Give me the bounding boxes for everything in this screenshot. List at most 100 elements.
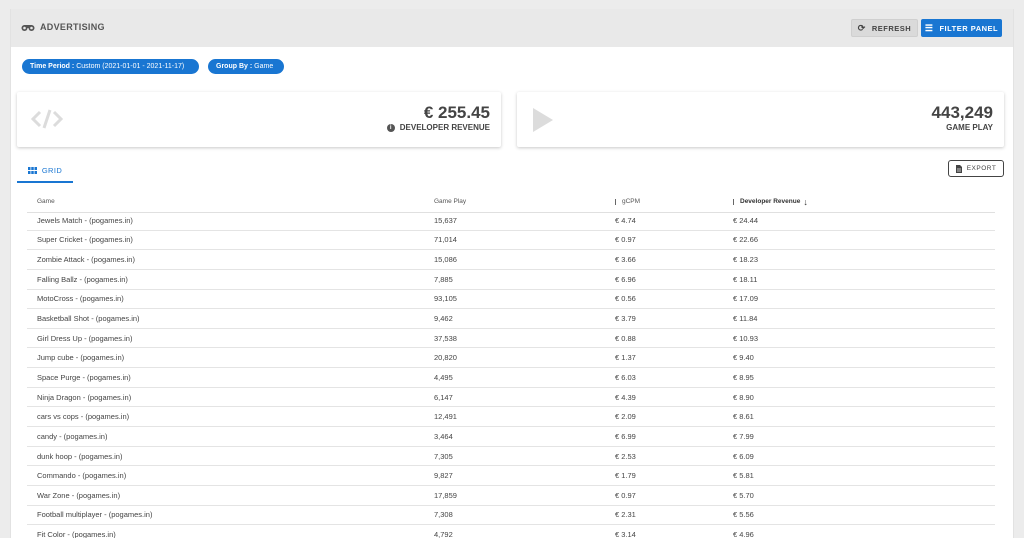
table-row[interactable]: Commando - (pogames.in) 9,827 € 1.79 € 5.81 (27, 466, 995, 486)
cell-developer-revenue: € 10.93 (733, 333, 759, 343)
column-header-game-play[interactable]: Game Play (434, 191, 466, 212)
cell-developer-revenue: € 4.96 (733, 530, 754, 538)
cell-game: Falling Ballz - (pogames.in) (37, 274, 128, 284)
cell-developer-revenue: € 5.70 (733, 490, 754, 500)
table-row[interactable]: Falling Ballz - (pogames.in) 7,885 € 6.96 €… (27, 270, 995, 290)
table-row[interactable]: Ninja Dragon - (pogames.in) 6,147 € 4.39 € … (27, 388, 995, 408)
table-row[interactable]: Zombie Attack - (pogames.in) 15,086 € 3.66… (27, 250, 995, 270)
cell-developer-revenue: € 18.11 (733, 274, 758, 284)
cell-gcpm: € 3.66 (615, 255, 636, 265)
panel-title-group: ADVERTISING (21, 22, 105, 32)
cell-game-play: 9,462 (434, 314, 453, 324)
tab-grid[interactable]: GRID (17, 159, 73, 183)
cell-game-play: 17,859 (434, 490, 457, 500)
cell-developer-revenue: € 18.23 (733, 255, 759, 265)
column-header-gcpm[interactable]: gCPM (615, 191, 640, 212)
export-button[interactable]: EXPORT (948, 160, 1004, 177)
cell-game: Super Cricket - (pogames.in) (37, 235, 133, 245)
cell-game-play: 9,827 (434, 471, 453, 481)
table-row[interactable]: cars vs cops - (pogames.in) 12,491 € 2.09 €… (27, 407, 995, 428)
game-play-value: 443,249 (931, 103, 993, 122)
cell-gcpm: € 0.97 (615, 235, 636, 245)
cell-developer-revenue: € 8.61 (733, 412, 754, 422)
cell-game: Space Purge - (pogames.in) (37, 372, 131, 382)
cell-gcpm: € 0.56 (615, 294, 636, 304)
developer-revenue-card: € 255.45 i DEVELOPER REVENUE (17, 92, 501, 147)
cell-game-play: 15,637 (434, 215, 457, 225)
info-icon (615, 198, 617, 205)
game-play-label: GAME PLAY (946, 123, 993, 132)
cell-game: Ninja Dragon - (pogames.in) (37, 392, 132, 402)
play-icon (533, 108, 553, 132)
table-row[interactable]: Jewels Match - (pogames.in) 15,637 € 4.74 €… (27, 211, 995, 231)
filter-panel-button[interactable]: ☰ FILTER PANEL (921, 19, 1002, 37)
cell-gcpm: € 4.74 (615, 215, 636, 225)
cell-game-play: 20,820 (434, 353, 457, 363)
table-row[interactable]: Fit Color - (pogames.in) 4,792 € 3.14 € 4.9… (27, 525, 995, 538)
cell-gcpm: € 2.53 (615, 451, 636, 461)
cell-developer-revenue: € 7.99 (733, 431, 754, 441)
code-icon (31, 109, 63, 129)
cell-gcpm: € 6.99 (615, 431, 636, 441)
chip-key: Time Period : (30, 63, 75, 70)
cell-game: Basketball Shot - (pogames.in) (37, 314, 140, 324)
table-row[interactable]: Super Cricket - (pogames.in) 71,014 € 0.97… (27, 231, 995, 251)
cell-game: cars vs cops - (pogames.in) (37, 412, 130, 422)
refresh-button[interactable]: ⟳ REFRESH (851, 19, 918, 37)
table-row[interactable]: MotoCross - (pogames.in) 93,105 € 0.56 € 17… (27, 290, 995, 310)
cell-developer-revenue: € 6.09 (733, 451, 754, 461)
filter-panel-label: FILTER PANEL (939, 23, 999, 33)
refresh-label: REFRESH (871, 23, 912, 33)
cell-game-play: 37,538 (434, 333, 457, 343)
cell-game-play: 6,147 (434, 392, 453, 402)
table-row[interactable]: Girl Dress Up - (pogames.in) 37,538 € 0.88… (27, 329, 995, 349)
export-label: EXPORT (966, 165, 997, 172)
table-row[interactable]: dunk hoop - (pogames.in) 7,305 € 2.53 € 6.0… (27, 447, 995, 467)
table-row[interactable]: War Zone - (pogames.in) 17,859 € 0.97 € 5.7… (27, 486, 995, 506)
cell-developer-revenue: € 24.44 (733, 215, 759, 225)
table-header: Game Game Play gCPM Developer Revenue ↓ (27, 191, 995, 213)
info-icon[interactable]: i (386, 123, 395, 132)
page-title: ADVERTISING (40, 22, 105, 32)
cell-game: dunk hoop - (pogames.in) (37, 451, 123, 461)
table-row[interactable]: Jump cube - (pogames.in) 20,820 € 1.37 € 9.… (27, 348, 995, 369)
table-body: Jewels Match - (pogames.in) 15,637 € 4.74 €… (27, 211, 995, 538)
column-header-developer-revenue[interactable]: Developer Revenue ↓ (733, 191, 808, 212)
cell-game: Fit Color - (pogames.in) (37, 530, 116, 538)
chip-value: Custom (2021-01-01 - 2021-11-17) (76, 63, 185, 70)
cell-developer-revenue: € 22.66 (733, 235, 759, 245)
column-header-game[interactable]: Game (37, 191, 55, 212)
cell-gcpm: € 6.96 (615, 274, 636, 284)
table-row[interactable]: candy - (pogames.in) 3,464 € 6.99 € 7.99 (27, 427, 995, 447)
cell-gcpm: € 3.79 (615, 314, 636, 324)
advertising-panel: ADVERTISING ⟳ REFRESH ☰ FILTER PANEL Tim… (10, 9, 1014, 538)
developer-revenue-label: DEVELOPER REVENUE (399, 123, 490, 132)
table-row[interactable]: Basketball Shot - (pogames.in) 9,462 € 3.7… (27, 309, 995, 329)
chip-key: Group By : (216, 63, 253, 70)
cell-developer-revenue: € 5.81 (733, 471, 754, 481)
grid-icon (27, 166, 37, 174)
cell-game: MotoCross - (pogames.in) (37, 294, 124, 304)
cell-game: Jump cube - (pogames.in) (37, 353, 125, 363)
cell-gcpm: € 6.03 (615, 372, 636, 382)
time-period-chip[interactable]: Time Period : Custom (2021-01-01 - 2021-… (22, 59, 199, 74)
developer-revenue-value: € 255.45 (423, 103, 490, 122)
cell-gcpm: € 3.14 (615, 530, 636, 538)
info-icon (733, 198, 735, 205)
cell-gcpm: € 1.37 (615, 353, 636, 363)
cell-game-play: 7,305 (434, 451, 453, 461)
table-row[interactable]: Football multiplayer - (pogames.in) 7,308… (27, 506, 995, 526)
refresh-icon: ⟳ (857, 22, 866, 33)
cell-game-play: 15,086 (434, 255, 457, 265)
cell-gcpm: € 2.09 (615, 412, 636, 422)
cell-developer-revenue: € 5.56 (733, 510, 754, 520)
cell-game-play: 12,491 (434, 412, 457, 422)
cell-game: Football multiplayer - (pogames.in) (37, 510, 153, 520)
cell-gcpm: € 0.88 (615, 333, 636, 343)
cell-developer-revenue: € 8.95 (733, 372, 754, 382)
cell-gcpm: € 0.97 (615, 490, 636, 500)
group-by-chip[interactable]: Group By : Game (208, 59, 284, 74)
developer-revenue-label-group: i DEVELOPER REVENUE (386, 123, 490, 132)
column-header-developer-revenue-label: Developer Revenue (740, 198, 801, 205)
table-row[interactable]: Space Purge - (pogames.in) 4,495 € 6.03 € 8… (27, 368, 995, 388)
